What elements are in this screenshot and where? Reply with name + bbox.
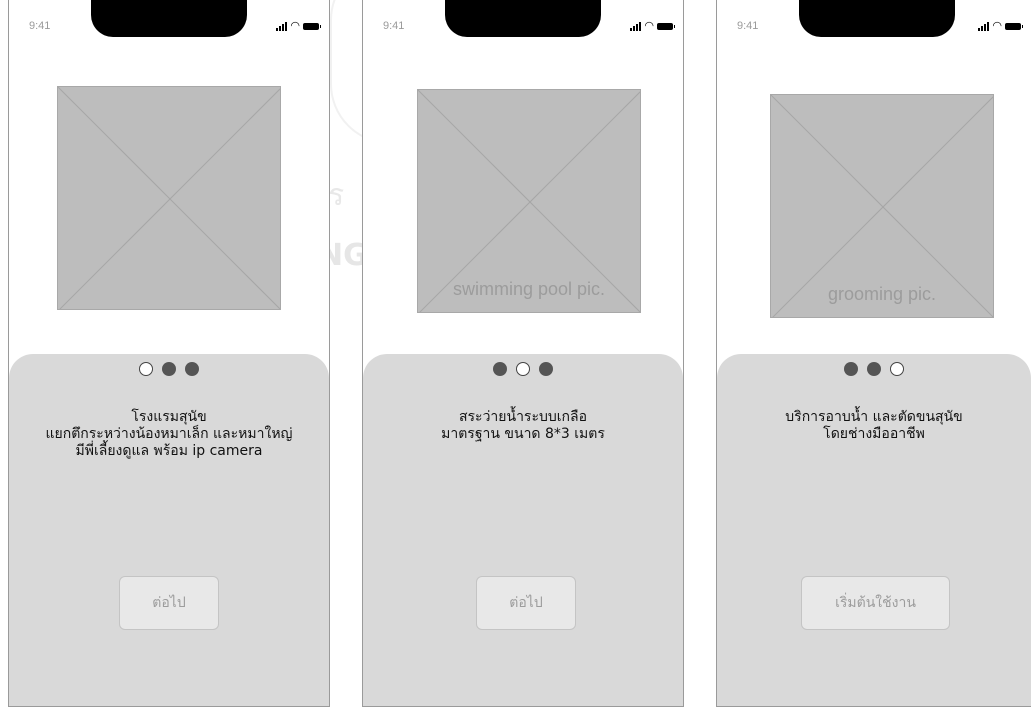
status-icons: ◠ bbox=[630, 19, 675, 32]
device-notch bbox=[91, 0, 247, 37]
bottom-sheet: โรงแรมสุนัข แยกตึกระหว่างน้องหมาเล็ก และ… bbox=[9, 354, 329, 706]
description-line: โรงแรมสุนัข bbox=[131, 409, 207, 425]
battery-icon bbox=[303, 23, 321, 30]
page-dot[interactable] bbox=[539, 362, 553, 376]
description-line: สระว่ายน้ำระบบเกลือ bbox=[458, 409, 587, 425]
wifi-icon: ◠ bbox=[290, 19, 300, 32]
wifi-icon: ◠ bbox=[644, 19, 654, 32]
image-placeholder: swimming pool pic. bbox=[417, 89, 641, 313]
pagination-dots bbox=[717, 362, 1031, 376]
onboarding-description: สระว่ายน้ำระบบเกลือ มาตรฐาน ขนาด 8*3 เมต… bbox=[363, 409, 683, 443]
onboarding-description: บริการอาบน้ำ และตัดขนสุนัข โดยช่างมืออาช… bbox=[717, 409, 1031, 443]
page-dot[interactable] bbox=[162, 362, 176, 376]
status-time: 9:41 bbox=[737, 20, 759, 32]
onboarding-screen-1: 9:41 ◠ โรงแรมสุนัข แยกตึกระหว่างน้องหมาเ… bbox=[8, 0, 330, 707]
pagination-dots bbox=[9, 362, 329, 376]
description-line: แยกตึกระหว่างน้องหมาเล็ก และหมาใหญ่ bbox=[45, 426, 293, 442]
page-dot[interactable] bbox=[516, 362, 530, 376]
bottom-sheet: สระว่ายน้ำระบบเกลือ มาตรฐาน ขนาด 8*3 เมต… bbox=[363, 354, 683, 706]
page-dot[interactable] bbox=[844, 362, 858, 376]
placeholder-cross-icon bbox=[58, 87, 280, 309]
description-line: โดยช่างมืออาชีพ bbox=[823, 426, 925, 442]
description-line: มีพี่เลี้ยงดูแล พร้อม ip camera bbox=[75, 443, 263, 459]
image-placeholder: grooming pic. bbox=[770, 94, 994, 318]
next-button[interactable]: ต่อไป bbox=[119, 576, 219, 630]
device-notch bbox=[445, 0, 601, 37]
battery-icon bbox=[1005, 23, 1023, 30]
signal-icon bbox=[978, 22, 990, 31]
status-time: 9:41 bbox=[383, 20, 405, 32]
image-placeholder bbox=[57, 86, 281, 310]
onboarding-screen-3: 9:41 ◠ grooming pic. บริการอาบน้ำ และตัด… bbox=[716, 0, 1031, 707]
status-icons: ◠ bbox=[276, 19, 321, 32]
image-caption: grooming pic. bbox=[827, 284, 937, 304]
wifi-icon: ◠ bbox=[992, 19, 1002, 32]
description-line: บริการอาบน้ำ และตัดขนสุนัข bbox=[785, 409, 963, 425]
image-caption: swimming pool pic. bbox=[452, 279, 606, 299]
signal-icon bbox=[630, 22, 642, 31]
device-notch bbox=[799, 0, 955, 37]
signal-icon bbox=[276, 22, 288, 31]
pagination-dots bbox=[363, 362, 683, 376]
page-dot[interactable] bbox=[890, 362, 904, 376]
onboarding-description: โรงแรมสุนัข แยกตึกระหว่างน้องหมาเล็ก และ… bbox=[9, 409, 329, 460]
page-dot[interactable] bbox=[867, 362, 881, 376]
onboarding-screen-2: 9:41 ◠ swimming pool pic. สระว่ายน้ำระบบ… bbox=[362, 0, 684, 707]
bottom-sheet: บริการอาบน้ำ และตัดขนสุนัข โดยช่างมืออาช… bbox=[717, 354, 1031, 706]
status-time: 9:41 bbox=[29, 20, 51, 32]
page-dot[interactable] bbox=[139, 362, 153, 376]
next-button[interactable]: ต่อไป bbox=[476, 576, 576, 630]
get-started-button[interactable]: เริ่มต้นใช้งาน bbox=[801, 576, 950, 630]
status-icons: ◠ bbox=[978, 19, 1023, 32]
description-line: มาตรฐาน ขนาด 8*3 เมตร bbox=[441, 426, 605, 442]
battery-icon bbox=[657, 23, 675, 30]
page-dot[interactable] bbox=[493, 362, 507, 376]
page-dot[interactable] bbox=[185, 362, 199, 376]
